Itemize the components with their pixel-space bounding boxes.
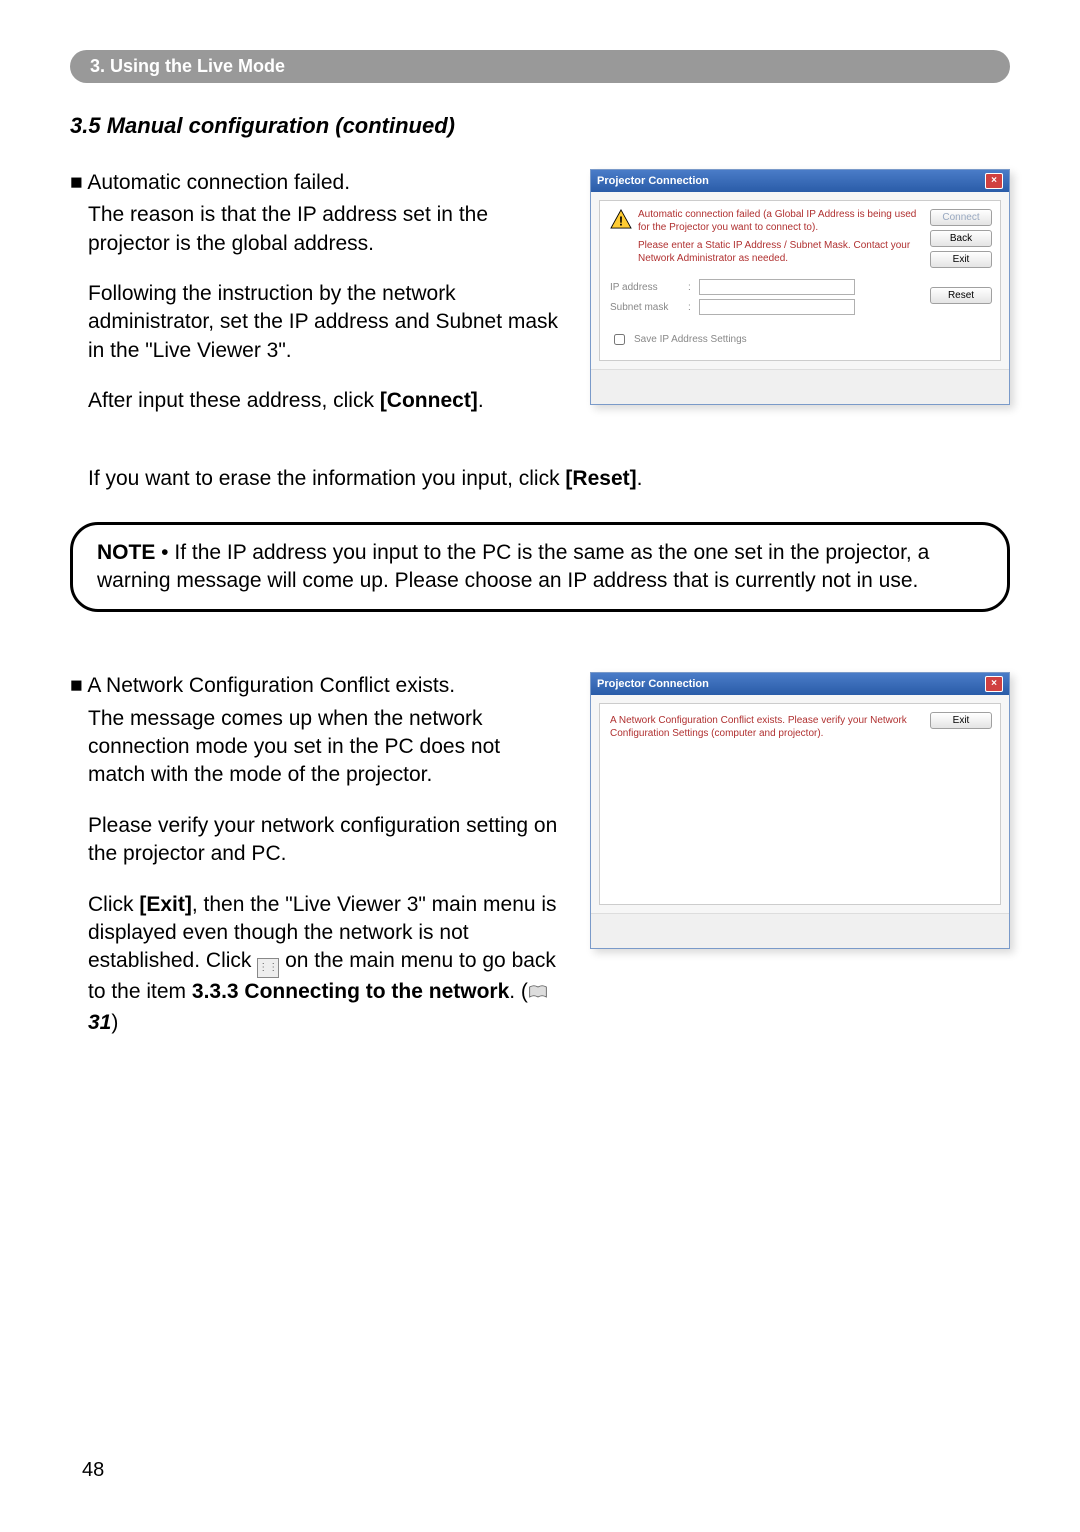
dialog1-title: Projector Connection: [597, 175, 709, 187]
block1-p2: Following the instruction by the network…: [88, 280, 560, 365]
close-icon[interactable]: ×: [985, 173, 1003, 189]
ip-address-input[interactable]: [699, 279, 855, 295]
block1-heading: Automatic connection failed.: [70, 169, 560, 197]
exit-button[interactable]: Exit: [930, 251, 992, 268]
save-ip-checkbox[interactable]: [614, 334, 625, 345]
reset-button[interactable]: Reset: [930, 287, 992, 304]
block2-p3: Click [Exit], then the "Live Viewer 3" m…: [88, 891, 560, 1037]
dialog2-title: Projector Connection: [597, 678, 709, 690]
note-text: • If the IP address you input to the PC …: [97, 541, 929, 592]
dialog-footer: [591, 913, 1009, 948]
svg-text:!: !: [619, 213, 623, 228]
subsection-title: 3.5 Manual configuration (continued): [70, 113, 1010, 139]
page-number: 48: [82, 1459, 104, 1482]
ip-address-label: IP address: [610, 282, 680, 293]
network-icon: ⋮⋮: [257, 958, 279, 978]
dialog-auto-connection-failed: Projector Connection × Connect Back Exit…: [590, 169, 1010, 405]
block2-p2: Please verify your network configuration…: [88, 812, 560, 869]
note-label: NOTE: [97, 541, 155, 564]
dialog-footer: [591, 369, 1009, 404]
subnet-mask-label: Subnet mask: [610, 302, 680, 313]
connect-button[interactable]: Connect: [930, 209, 992, 226]
section-header: 3. Using the Live Mode: [70, 50, 1010, 83]
back-button[interactable]: Back: [930, 230, 992, 247]
dialog-config-conflict: Projector Connection × Exit A Network Co…: [590, 672, 1010, 949]
close-icon[interactable]: ×: [985, 676, 1003, 692]
block1-p3: After input these address, click [Connec…: [88, 387, 560, 415]
warning-icon: !: [610, 209, 632, 229]
subnet-mask-input[interactable]: [699, 299, 855, 315]
note-box: NOTE • If the IP address you input to th…: [70, 522, 1010, 613]
block2-heading: A Network Configuration Conflict exists.: [70, 672, 560, 700]
block2-p1: The message comes up when the network co…: [88, 705, 560, 790]
block1-p1: The reason is that the IP address set in…: [88, 201, 560, 258]
reset-paragraph: If you want to erase the information you…: [88, 465, 908, 493]
book-icon: [528, 980, 548, 1008]
exit-button[interactable]: Exit: [930, 712, 992, 729]
save-ip-label: Save IP Address Settings: [634, 334, 747, 345]
